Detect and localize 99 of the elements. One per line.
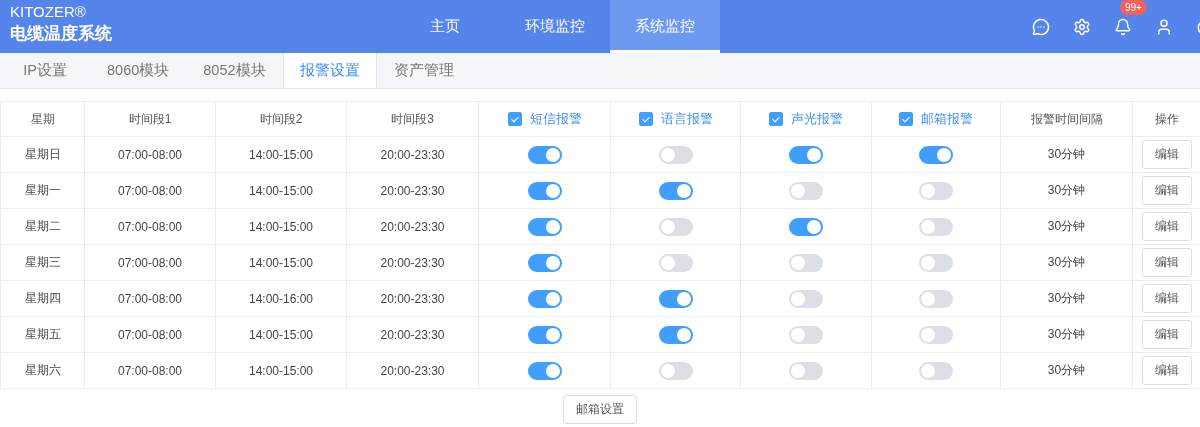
interval-cell: 30分钟 (1047, 183, 1086, 197)
tab[interactable]: 8060模块 (90, 53, 187, 88)
time-cell: 14:00-15:00 (248, 219, 314, 234)
time-cell: 14:00-15:00 (248, 147, 314, 162)
toggle-switch[interactable] (919, 253, 953, 272)
column-header: 时间段2 (259, 111, 303, 126)
toggle-switch[interactable] (527, 361, 562, 380)
toggle-switch[interactable] (789, 145, 823, 164)
time-cell: 20:00-23:30 (380, 255, 445, 270)
toggle-switch[interactable] (789, 325, 823, 344)
time-cell: 14:00-15:00 (248, 183, 314, 198)
edit-button[interactable]: 编辑 (1141, 356, 1192, 385)
toggle-switch[interactable] (527, 217, 562, 236)
column-header: 短信报警 (529, 110, 582, 128)
toggle-switch[interactable] (919, 145, 953, 164)
interval-cell: 30分钟 (1047, 219, 1086, 233)
edit-button[interactable]: 编辑 (1141, 176, 1192, 205)
time-cell: 20:00-23:30 (380, 147, 445, 162)
interval-cell: 30分钟 (1047, 147, 1086, 161)
toggle-switch[interactable] (658, 289, 693, 308)
email-settings-button[interactable]: 邮箱设置 (563, 395, 637, 424)
toggle-switch[interactable] (789, 181, 823, 200)
tab[interactable]: 8052模块 (186, 53, 283, 88)
toggle-switch[interactable] (919, 217, 953, 236)
chat-icon[interactable] (1032, 17, 1050, 36)
toggle-switch[interactable] (919, 325, 953, 344)
checkbox[interactable] (507, 112, 522, 126)
day-cell: 星期五 (24, 327, 61, 341)
tab[interactable]: IP设置 (0, 53, 90, 88)
day-cell: 星期六 (24, 363, 61, 377)
toggle-switch[interactable] (919, 289, 953, 308)
time-cell: 14:00-15:00 (248, 327, 314, 342)
edit-button[interactable]: 编辑 (1141, 212, 1192, 241)
toggle-switch[interactable] (527, 145, 562, 164)
column-header: 时间段3 (391, 111, 434, 126)
checkbox[interactable] (899, 112, 913, 126)
time-cell: 07:00-08:00 (117, 327, 183, 342)
nav-tab[interactable]: 主页 (390, 0, 500, 53)
time-cell: 20:00-23:30 (380, 327, 445, 342)
time-cell: 07:00-08:00 (117, 183, 183, 198)
toggle-switch[interactable] (527, 181, 562, 200)
day-cell: 星期二 (24, 219, 61, 233)
toggle-switch[interactable] (658, 181, 693, 200)
notification-badge: 99+ (1120, 0, 1147, 15)
day-cell: 星期一 (24, 183, 61, 197)
column-header: 星期 (30, 111, 55, 126)
toggle-switch[interactable] (789, 217, 823, 236)
edit-button[interactable]: 编辑 (1141, 248, 1192, 277)
toggle-switch[interactable] (527, 325, 562, 344)
day-cell: 星期日 (24, 147, 61, 161)
toggle-switch[interactable] (789, 253, 823, 272)
column-header: 声光报警 (791, 110, 843, 128)
toggle-switch[interactable] (658, 253, 693, 272)
column-header: 操作 (1154, 111, 1179, 126)
day-cell: 星期四 (24, 291, 61, 305)
tab[interactable]: 资产管理 (376, 53, 471, 88)
column-header: 报警时间间隔 (1030, 111, 1103, 126)
toggle-switch[interactable] (527, 289, 562, 308)
edit-button[interactable]: 编辑 (1141, 284, 1192, 313)
interval-cell: 30分钟 (1047, 363, 1086, 377)
toggle-switch[interactable] (919, 361, 953, 380)
toggle-switch[interactable] (527, 253, 562, 272)
toggle-switch[interactable] (658, 217, 693, 236)
checkbox[interactable] (769, 112, 783, 126)
edit-button[interactable]: 编辑 (1141, 140, 1192, 169)
toggle-switch[interactable] (658, 325, 693, 344)
toggle-switch[interactable] (658, 361, 693, 380)
time-cell: 14:00-16:00 (248, 291, 314, 306)
time-cell: 07:00-08:00 (117, 147, 183, 162)
time-cell: 07:00-08:00 (117, 363, 183, 378)
column-header: 语言报警 (660, 110, 713, 128)
toggle-switch[interactable] (919, 181, 953, 200)
day-cell: 星期三 (24, 255, 61, 269)
interval-cell: 30分钟 (1047, 327, 1086, 341)
toggle-switch[interactable] (789, 361, 823, 380)
user-icon[interactable] (1155, 17, 1173, 36)
bell-icon[interactable] (1114, 17, 1132, 36)
tab[interactable]: 报警设置 (282, 53, 377, 88)
column-header: 时间段1 (128, 111, 172, 126)
toggle-switch[interactable] (789, 289, 823, 308)
time-cell: 07:00-08:00 (117, 291, 183, 306)
edit-button[interactable]: 编辑 (1141, 320, 1192, 349)
time-cell: 20:00-23:30 (380, 183, 445, 198)
time-cell: 07:00-08:00 (117, 255, 183, 270)
time-cell: 20:00-23:30 (380, 291, 445, 306)
interval-cell: 30分钟 (1047, 255, 1086, 269)
time-cell: 14:00-15:00 (248, 363, 314, 378)
system-title: 电缆温度系统 (10, 23, 113, 45)
brand-name: KITOZER® (10, 2, 87, 22)
checkbox[interactable] (638, 112, 653, 126)
column-header: 邮箱报警 (921, 110, 973, 128)
time-cell: 20:00-23:30 (380, 219, 445, 234)
toggle-switch[interactable] (658, 145, 693, 164)
settings-icon[interactable] (1073, 17, 1091, 36)
interval-cell: 30分钟 (1047, 291, 1086, 305)
time-cell: 14:00-15:00 (248, 255, 314, 270)
time-cell: 20:00-23:30 (380, 363, 445, 378)
time-cell: 07:00-08:00 (117, 219, 183, 234)
nav-tab[interactable]: 环境监控 (500, 0, 610, 53)
